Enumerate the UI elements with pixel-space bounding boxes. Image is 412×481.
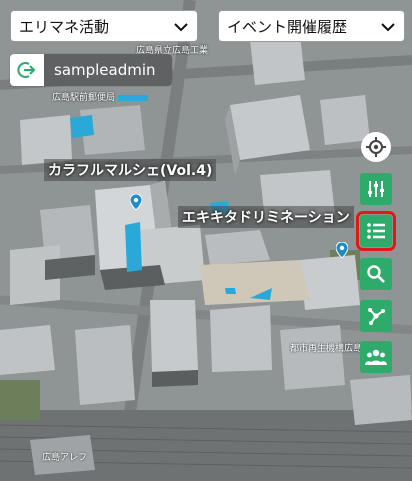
network-icon — [368, 308, 385, 325]
search-icon — [367, 265, 385, 283]
sliders-icon — [368, 181, 384, 197]
logout-button[interactable] — [10, 54, 44, 86]
activity-select[interactable]: エリマネ活動 — [10, 10, 198, 42]
user-chip: sampleadmin — [10, 54, 172, 86]
place-label: 広島駅前郵便局 — [52, 93, 116, 103]
people-icon — [365, 349, 387, 365]
map-view[interactable]: 広島県立広島工業 広島駅前郵便局 都市再生機構広島 広島アレフ カラフルマルシェ… — [0, 0, 412, 481]
place-label: 都市再生機構広島 — [290, 344, 363, 354]
event-pin-icon[interactable] — [130, 194, 142, 210]
share-button[interactable] — [360, 300, 392, 332]
event-label[interactable]: エキキタドリミネーション — [178, 206, 354, 228]
list-icon — [367, 223, 385, 239]
search-button[interactable] — [360, 258, 392, 290]
history-select[interactable]: イベント開催履歴 — [218, 10, 405, 42]
user-name: sampleadmin — [44, 54, 172, 86]
chevron-down-icon — [174, 23, 188, 32]
event-pin-icon[interactable] — [336, 242, 348, 258]
list-button[interactable] — [356, 211, 396, 251]
history-select-value: イベント開催履歴 — [227, 17, 348, 36]
people-button[interactable] — [360, 341, 392, 373]
logout-icon — [17, 62, 36, 78]
event-label[interactable]: カラフルマルシェ(Vol.4) — [44, 159, 217, 181]
chevron-down-icon — [381, 23, 395, 32]
place-label: 広島アレフ — [42, 453, 88, 463]
activity-select-value: エリマネ活動 — [19, 17, 110, 36]
filter-button[interactable] — [360, 173, 392, 205]
current-location-button[interactable] — [361, 132, 391, 162]
crosshair-icon — [366, 137, 386, 157]
